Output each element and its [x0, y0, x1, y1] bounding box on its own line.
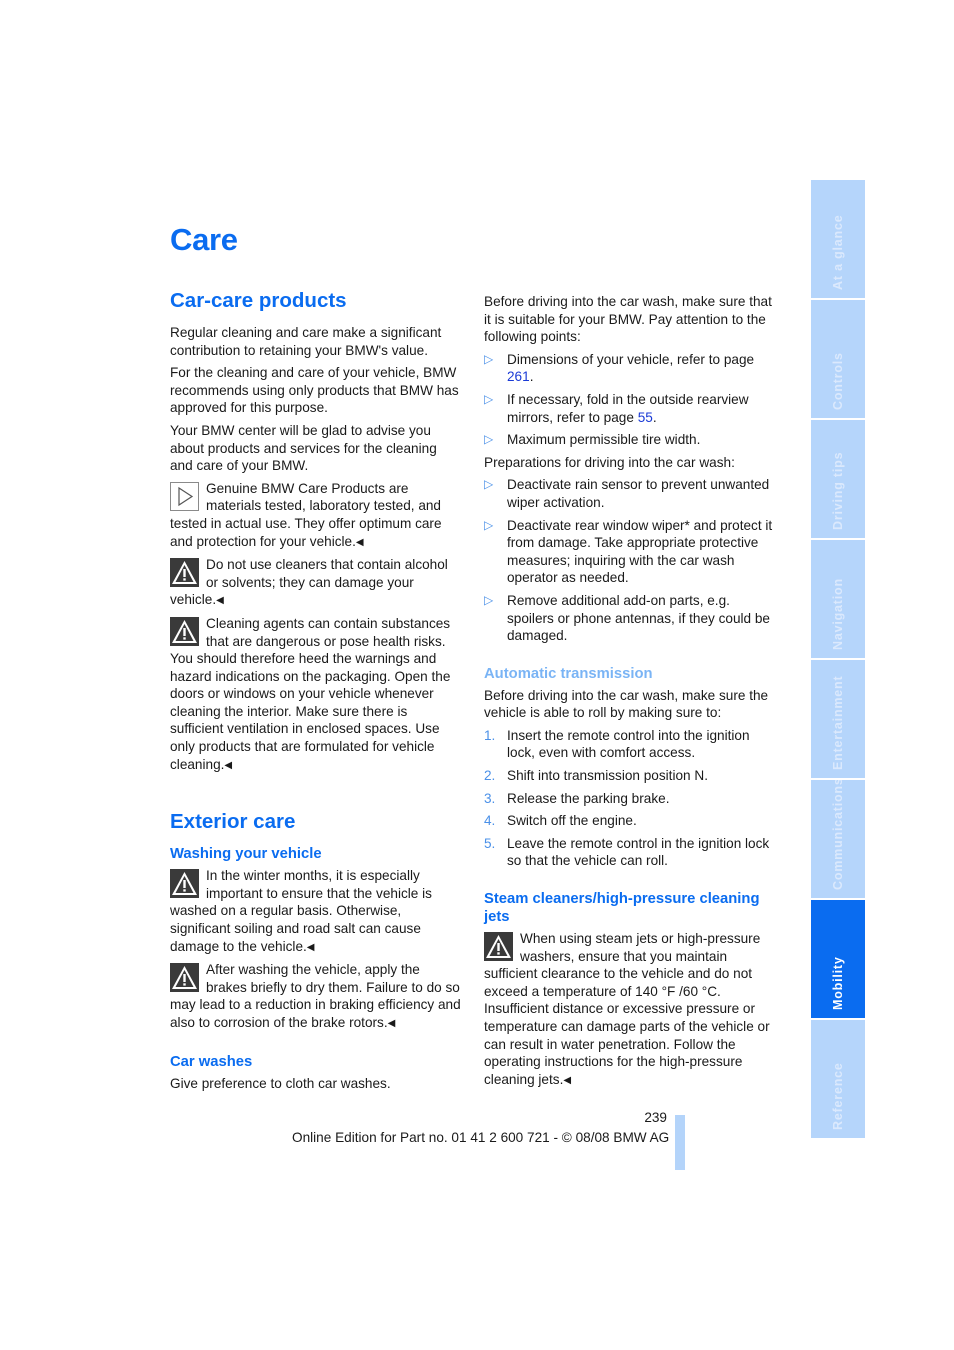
warning-note: In the winter months, it is especially i… — [170, 868, 432, 954]
end-mark-icon: ◀ — [355, 536, 364, 548]
tab-driving-tips[interactable]: Driving tips — [811, 420, 865, 538]
paragraph: For the cleaning and care of your vehicl… — [170, 365, 459, 416]
paragraph: Regular cleaning and care make a signifi… — [170, 325, 442, 358]
triangle-bullet-icon: ▷ — [484, 432, 494, 447]
list-item: 2. Shift into transmission position N. — [484, 768, 708, 784]
preparation-list: ▷ Deactivate rain sensor to prevent unwan… — [484, 476, 776, 644]
warning-triangle-icon — [170, 616, 199, 646]
list-item: ▷ Deactivate rear window wiper* and prote… — [484, 517, 773, 586]
tab-controls[interactable]: Controls — [811, 300, 865, 418]
warning-note: Do not use cleaners that contain alcohol… — [170, 557, 448, 608]
list-item: ▷ Maximum permissible tire width. — [484, 432, 701, 448]
paragraph: Before driving into the car wash, make s… — [484, 294, 772, 345]
warning-note: Cleaning agents can contain substances t… — [170, 615, 451, 772]
steps-list: 1. Insert the remote control into the ign… — [484, 727, 776, 870]
list-item: ▷ Deactivate rain sensor to prevent unwan… — [484, 477, 770, 510]
tab-at-a-glance[interactable]: At a glance — [811, 180, 865, 298]
right-column: Before driving into the car wash, make s… — [484, 293, 776, 1094]
footer-accent-bar — [675, 1115, 685, 1170]
page-number: 239 — [644, 1110, 667, 1125]
paragraph: Before driving into the car wash, make s… — [484, 687, 769, 721]
tip-note: Genuine BMW Care Products are materials … — [170, 480, 442, 549]
list-item: ▷ Remove additional add-on parts, e.g. sp… — [484, 592, 770, 644]
list-item: ▷ If necessary, fold in the outside rear… — [484, 391, 749, 425]
list-item: ▷ Dimensions of your vehicle, refer to p… — [484, 351, 755, 385]
section-heading-car-care: Car-care products — [170, 289, 347, 312]
checklist: ▷ Dimensions of your vehicle, refer to p… — [484, 351, 776, 449]
warning-triangle-icon — [170, 869, 199, 899]
tab-navigation[interactable]: Navigation — [811, 540, 865, 658]
end-mark-icon: ◀ — [387, 1018, 396, 1029]
triangle-bullet-icon: ▷ — [484, 592, 494, 607]
list-item: 1. Insert the remote control into the ign… — [484, 727, 750, 761]
list-item: 5. Leave the remote control in the igniti… — [484, 835, 770, 869]
paragraph: Insufficient distance or excessive press… — [484, 1001, 770, 1087]
triangle-bullet-icon: ▷ — [484, 351, 494, 366]
list-item: 4. Switch off the engine. — [484, 813, 637, 829]
warning-triangle-icon — [484, 932, 513, 962]
paragraph: Give preference to cloth car washes. — [170, 1075, 391, 1091]
subheading-steam-cleaners: Steam cleaners/high-pressure cleaning je… — [484, 891, 760, 926]
triangle-bullet-icon: ▷ — [484, 477, 494, 492]
page-title: Care — [170, 222, 238, 257]
end-mark-icon: ◀ — [563, 1074, 572, 1086]
warning-triangle-icon — [170, 963, 199, 993]
paragraph: Preparations for driving into the car wa… — [484, 454, 735, 470]
list-item: 3. Release the parking brake. — [484, 790, 670, 806]
tab-reference[interactable]: Reference — [811, 1020, 865, 1138]
end-mark-icon: ◀ — [216, 595, 224, 607]
end-mark-icon: ◀ — [306, 941, 315, 953]
warning-note: After washing the vehicle, apply the bra… — [170, 962, 461, 1030]
tab-mobility[interactable]: Mobility — [811, 900, 865, 1018]
page-link-261[interactable]: 261 — [507, 369, 530, 384]
page-link-55[interactable]: 55 — [638, 410, 653, 425]
tab-entertainment[interactable]: Entertainment — [811, 660, 865, 778]
triangle-bullet-icon: ▷ — [484, 517, 494, 532]
triangle-bullet-icon: ▷ — [484, 391, 494, 406]
subheading-washing: Washing your vehicle — [170, 846, 322, 863]
left-column: Car-care products Regular cleaning and c… — [170, 288, 462, 1097]
tab-communications[interactable]: Communications — [811, 780, 865, 898]
subheading-car-washes: Car washes — [170, 1053, 253, 1070]
tip-arrow-icon — [170, 481, 199, 511]
footer-edition: Online Edition for Part no. 01 41 2 600 … — [292, 1130, 670, 1145]
section-heading-exterior-care: Exterior care — [170, 810, 296, 834]
warning-triangle-icon — [170, 558, 199, 588]
subheading-automatic-transmission: Automatic transmission — [484, 665, 653, 682]
end-mark-icon: ◀ — [224, 759, 233, 771]
chapter-tabs: At a glance Controls Driving tips Naviga… — [811, 180, 865, 1140]
paragraph: Your BMW center will be glad to advise y… — [170, 422, 437, 474]
warning-note: When using steam jets or high-pressure w… — [484, 931, 761, 999]
